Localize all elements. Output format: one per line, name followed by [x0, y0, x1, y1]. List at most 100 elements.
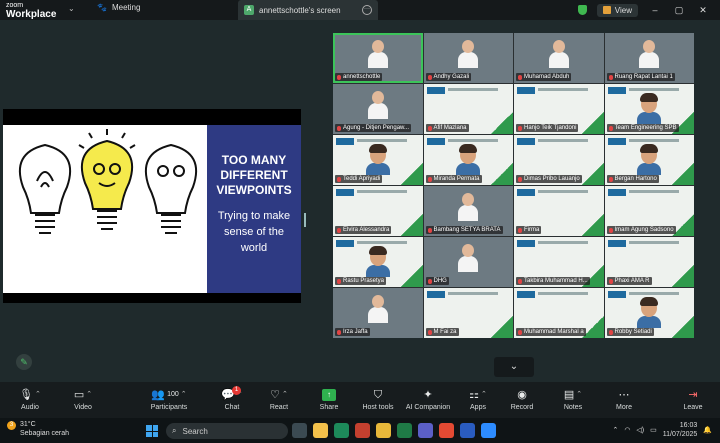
participant-tile[interactable]: Imam Agung Sadsono — [604, 186, 694, 236]
screen-share-tab[interactable]: A annettschottle's screen ··· — [238, 0, 378, 20]
participant-tile[interactable]: Muhammad Marshal a — [514, 288, 604, 338]
title-bar: zoom Workplace ⌄ 🐾 Meeting A annettschot… — [0, 0, 720, 20]
participant-name: Muhammad Marshal a — [516, 328, 586, 336]
participant-name-text: Agung - Ditjen Pengaw... — [343, 125, 410, 131]
chevron-down-icon[interactable]: ⌄ — [68, 4, 75, 13]
participant-tile[interactable]: Firma — [514, 186, 604, 236]
host-tools-button[interactable]: ⛉ Host tools — [361, 382, 395, 418]
meeting-tab[interactable]: 🐾 Meeting — [97, 3, 140, 12]
participant-tile[interactable]: Takbira Muhammad H... — [514, 237, 604, 287]
participant-tile[interactable]: Bambang SETYA BRATA — [423, 186, 513, 236]
virtual-background-decor — [607, 138, 626, 145]
ai-companion-button[interactable]: ✦ AI Companion — [404, 382, 452, 418]
video-button[interactable]: ▭ ⌃ Video — [70, 382, 96, 418]
participant-tile[interactable]: Dimas Pribo Lauanjo — [514, 135, 604, 185]
virtual-background-decor — [538, 88, 588, 91]
virtual-background-decor — [672, 163, 694, 185]
chrome-icon[interactable] — [439, 423, 454, 438]
close-icon[interactable]: ✕ — [696, 5, 710, 16]
participant-tile[interactable]: M Fai za — [423, 288, 513, 338]
participant-tile[interactable]: Muhamad Abduh — [514, 33, 604, 83]
ai-companion-label: AI Companion — [405, 404, 451, 411]
view-button[interactable]: View — [596, 3, 638, 17]
participant-name: annettschottle — [335, 73, 383, 81]
participant-tile[interactable]: Team Engineering SPB — [604, 84, 694, 134]
virtual-background-decor — [538, 190, 588, 193]
weather-widget[interactable]: 3 31°C Sebagian cerah — [7, 420, 70, 438]
more-button[interactable]: ⋯ More — [612, 382, 636, 418]
virtual-background-decor — [357, 190, 407, 193]
participant-tile[interactable]: Elvira Alessandra — [333, 186, 423, 236]
notes-button[interactable]: ▤ ⌃ Notes — [561, 382, 585, 418]
weather-badge: 3 — [7, 421, 16, 430]
minimize-icon[interactable]: – — [648, 5, 662, 15]
notification-bell-icon[interactable]: 🔔 — [703, 426, 712, 434]
participant-tile[interactable]: Afif Mazlana — [423, 84, 513, 134]
participant-tile[interactable]: Rastu Prasetya — [333, 237, 423, 287]
participant-tile[interactable]: DHG — [423, 237, 513, 287]
muted-mic-icon — [427, 227, 432, 233]
participant-name: Agung - Ditjen Pengaw... — [335, 124, 412, 132]
windows-start-icon[interactable] — [146, 425, 158, 437]
taskbar-search[interactable]: ⌕ Search — [166, 423, 288, 439]
participant-tile[interactable]: annettschottle — [333, 33, 423, 83]
participant-tile[interactable]: Bergan Hartono — [604, 135, 694, 185]
muted-mic-icon — [608, 74, 613, 80]
clock[interactable]: 16:03 11/07/2025 — [663, 421, 698, 439]
participant-tile[interactable]: Agung - Ditjen Pengaw... — [333, 84, 423, 134]
camera-icon: ▭ ⌃ — [73, 389, 93, 401]
virtual-background-decor — [538, 139, 588, 142]
record-button[interactable]: ◉ Record — [510, 382, 534, 418]
avatar — [637, 93, 662, 124]
participant-tile[interactable]: Teddi Apriyadi — [333, 135, 423, 185]
notes-icon: ▤ ⌃ — [563, 389, 583, 401]
participants-button[interactable]: 👥 100 ⌃ Participants — [148, 382, 190, 418]
record-icon: ◉ — [517, 389, 527, 401]
participant-tile[interactable]: Phaxi AMA R — [604, 237, 694, 287]
apps-button[interactable]: ⚏ ⌃ Apps — [466, 382, 490, 418]
maximize-icon[interactable]: ▢ — [672, 5, 686, 16]
panel-resize-handle[interactable] — [304, 213, 306, 227]
edge-icon[interactable] — [334, 423, 349, 438]
audio-button[interactable]: 🎙 ⌃ Audio — [17, 382, 43, 418]
task-view-icon[interactable] — [292, 423, 307, 438]
virtual-background-decor — [672, 316, 694, 338]
share-tab-label: annettschottle's screen — [259, 5, 341, 15]
weather-temp: 31°C — [20, 421, 36, 428]
leave-button[interactable]: ⇥ Leave — [681, 382, 705, 418]
muted-mic-icon — [608, 125, 613, 131]
zoom-taskbar-icon[interactable] — [481, 423, 496, 438]
battery-icon[interactable]: ▭ — [650, 426, 657, 434]
file-explorer-icon[interactable] — [376, 423, 391, 438]
teams-icon[interactable] — [418, 423, 433, 438]
react-button[interactable]: ♡ ⌃ React — [267, 382, 291, 418]
participant-name-text: Elvira Alessandra — [343, 227, 390, 233]
office-icon[interactable] — [355, 423, 370, 438]
participant-tile[interactable]: Hanjo Teik Tjandoni — [514, 84, 604, 134]
avatar — [365, 246, 390, 277]
audio-label: Audio — [21, 404, 39, 411]
virtual-background-decor — [672, 265, 694, 287]
participant-tile[interactable]: Andhy Gazali — [423, 33, 513, 83]
more-options-icon[interactable]: ··· — [362, 5, 372, 15]
muted-mic-icon — [337, 125, 341, 131]
word-icon[interactable] — [460, 423, 475, 438]
security-shield-icon[interactable] — [577, 5, 587, 15]
participant-tile[interactable]: Robby Setiadi — [604, 288, 694, 338]
copilot-icon[interactable] — [313, 423, 328, 438]
chevron-up-icon[interactable]: ⌃ — [612, 426, 618, 434]
share-button[interactable]: ↑ Share — [317, 382, 341, 418]
muted-mic-icon — [337, 329, 341, 335]
speaker-icon[interactable]: ◁) — [636, 426, 644, 434]
windows-taskbar: 3 31°C Sebagian cerah ⌕ Search ⌃ ◠ ◁) ▭ … — [0, 418, 720, 443]
avatar — [637, 144, 662, 175]
weather-desc: Sebagian cerah — [20, 430, 70, 437]
muted-mic-icon — [427, 176, 432, 182]
participant-tile[interactable]: Ruang Rapat Lantai 1 — [604, 33, 694, 83]
annotate-pencil-icon[interactable]: ✎ — [16, 354, 32, 370]
wifi-icon[interactable]: ◠ — [624, 426, 630, 434]
gallery-next-page-button[interactable]: ⌄ — [494, 357, 534, 377]
participant-tile[interactable]: Miranda Permata — [423, 135, 513, 185]
excel-icon[interactable] — [397, 423, 412, 438]
participant-tile[interactable]: Irza Jaffa — [333, 288, 423, 338]
